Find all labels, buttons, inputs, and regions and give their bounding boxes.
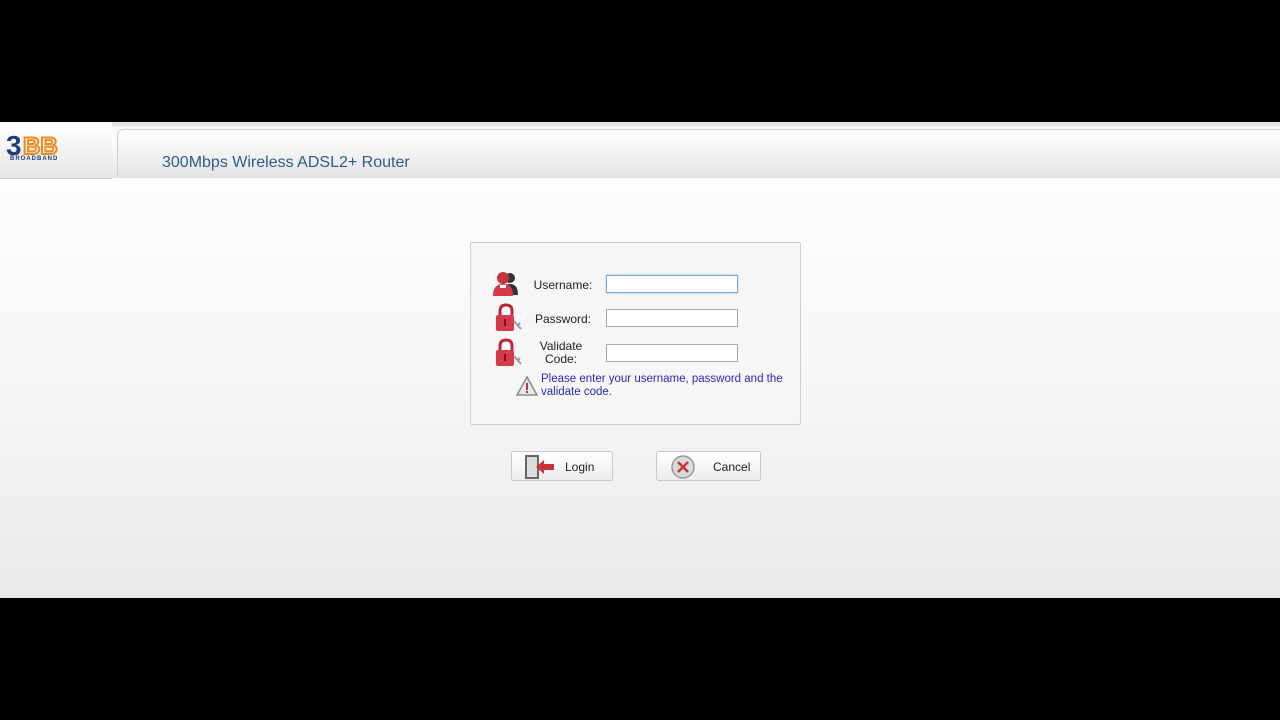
door-arrow-icon xyxy=(525,455,554,479)
username-input[interactable] xyxy=(606,275,738,293)
lock-icon xyxy=(496,303,522,331)
brand-logo-icon: 3 BB xyxy=(6,130,59,161)
validate-code-label: Validate Code: xyxy=(539,339,583,366)
password-input[interactable] xyxy=(606,309,738,327)
svg-text:3: 3 xyxy=(6,132,22,158)
page-title: 300Mbps Wireless ADSL2+ Router xyxy=(162,154,410,171)
login-panel: Username: Password: Validate Code: Pleas… xyxy=(470,242,801,425)
router-web-page: 3 BB BROADBAND 300Mbps Wireless ADSL2+ R… xyxy=(0,122,1280,598)
title-bar-inner: 300Mbps Wireless ADSL2+ Router xyxy=(117,129,1280,178)
password-label: Password: xyxy=(534,312,592,326)
login-message: Please enter your username, password and… xyxy=(541,373,783,398)
lock-icon xyxy=(496,338,522,366)
login-button[interactable]: Login xyxy=(511,451,613,481)
brand-logo-subtext: BROADBAND xyxy=(10,156,59,162)
brand-logo-area: 3 BB BROADBAND xyxy=(0,122,112,179)
user-icon xyxy=(493,272,518,296)
login-button-label: Login xyxy=(565,460,595,474)
title-bar: 300Mbps Wireless ADSL2+ Router xyxy=(112,122,1280,178)
cancel-x-icon xyxy=(671,455,695,479)
validate-code-input[interactable] xyxy=(606,344,738,362)
svg-text:BB: BB xyxy=(23,133,58,158)
header: 3 BB BROADBAND 300Mbps Wireless ADSL2+ R… xyxy=(0,122,1280,179)
username-label: Username: xyxy=(533,278,593,292)
warning-icon xyxy=(516,376,538,396)
cancel-button-label: Cancel xyxy=(713,460,751,474)
brand-logo: 3 BB BROADBAND xyxy=(6,130,86,163)
cancel-button[interactable]: Cancel xyxy=(656,451,761,481)
